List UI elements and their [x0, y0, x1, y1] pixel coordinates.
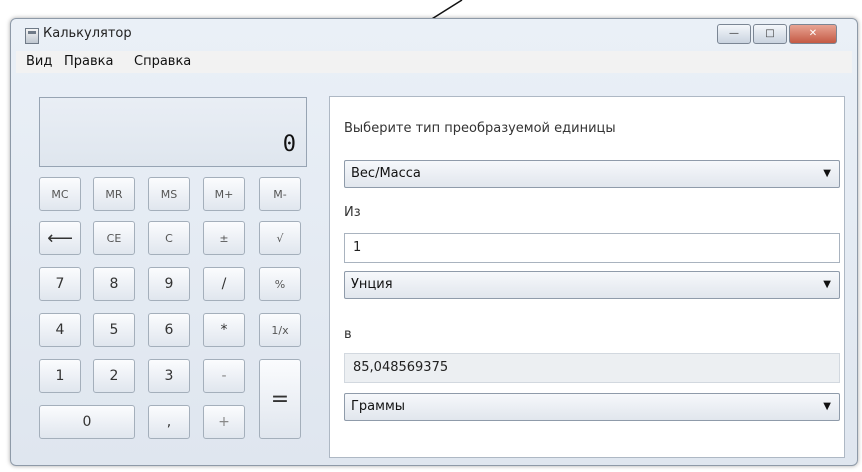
calculator-icon: [25, 28, 39, 44]
display-value: 0: [282, 132, 296, 157]
window-title: Калькулятор: [43, 26, 132, 41]
calculator-window: Калькулятор — □ ✕ Вид Правка Справка 0 M…: [10, 18, 858, 466]
close-button[interactable]: ✕: [789, 24, 837, 44]
menu-bar: Вид Правка Справка: [16, 51, 852, 73]
multiply-button[interactable]: *: [203, 313, 245, 347]
digit-4-button[interactable]: 4: [39, 313, 81, 347]
to-unit-select[interactable]: Граммы ▼: [344, 393, 840, 421]
chevron-down-icon: ▼: [823, 401, 831, 412]
to-value-output: 85,048569375: [344, 353, 840, 383]
equals-button[interactable]: =: [259, 359, 301, 439]
chevron-down-icon: ▼: [823, 279, 831, 290]
clear-button[interactable]: C: [148, 221, 190, 255]
mc-button[interactable]: MC: [39, 177, 81, 211]
calculator-display: 0: [39, 97, 307, 167]
decimal-button[interactable]: ,: [148, 405, 190, 439]
chevron-down-icon: ▼: [823, 168, 831, 179]
digit-9-button[interactable]: 9: [148, 267, 190, 301]
from-label: Из: [344, 205, 361, 220]
m-plus-button[interactable]: M+: [203, 177, 245, 211]
menu-view[interactable]: Вид: [26, 54, 52, 69]
menu-help[interactable]: Справка: [134, 54, 191, 69]
backspace-button[interactable]: ⟵: [39, 221, 81, 255]
unit-conversion-panel: Выберите тип преобразуемой единицы Вес/М…: [329, 96, 845, 458]
digit-2-button[interactable]: 2: [93, 359, 135, 393]
digit-5-button[interactable]: 5: [93, 313, 135, 347]
maximize-button[interactable]: □: [753, 24, 787, 44]
to-unit-value: Граммы: [351, 399, 406, 414]
divide-button[interactable]: /: [203, 267, 245, 301]
sqrt-button[interactable]: √: [259, 221, 301, 255]
clear-entry-button[interactable]: CE: [93, 221, 135, 255]
calculator-panel: 0 MC MR MS M+ M- ⟵ CE C ± √ 7 8 9 / % 4 …: [31, 85, 321, 457]
from-value-input[interactable]: 1: [344, 233, 840, 263]
plus-minus-button[interactable]: ±: [203, 221, 245, 255]
digit-3-button[interactable]: 3: [148, 359, 190, 393]
to-label: в: [344, 327, 352, 342]
from-unit-value: Унция: [351, 277, 393, 292]
digit-6-button[interactable]: 6: [148, 313, 190, 347]
digit-7-button[interactable]: 7: [39, 267, 81, 301]
subtract-button[interactable]: -: [203, 359, 245, 393]
percent-button[interactable]: %: [259, 267, 301, 301]
digit-0-button[interactable]: 0: [39, 405, 135, 439]
reciprocal-button[interactable]: 1/x: [259, 313, 301, 347]
unit-type-value: Вес/Масса: [351, 166, 421, 181]
unit-type-select[interactable]: Вес/Масса ▼: [344, 160, 840, 188]
mr-button[interactable]: MR: [93, 177, 135, 211]
menu-edit[interactable]: Правка: [64, 54, 113, 69]
digit-8-button[interactable]: 8: [93, 267, 135, 301]
ms-button[interactable]: MS: [148, 177, 190, 211]
minimize-button[interactable]: —: [717, 24, 751, 44]
conversion-heading: Выберите тип преобразуемой единицы: [344, 121, 616, 136]
from-unit-select[interactable]: Унция ▼: [344, 271, 840, 299]
add-button[interactable]: +: [203, 405, 245, 439]
m-minus-button[interactable]: M-: [259, 177, 301, 211]
digit-1-button[interactable]: 1: [39, 359, 81, 393]
title-bar[interactable]: Калькулятор — □ ✕: [11, 19, 857, 49]
